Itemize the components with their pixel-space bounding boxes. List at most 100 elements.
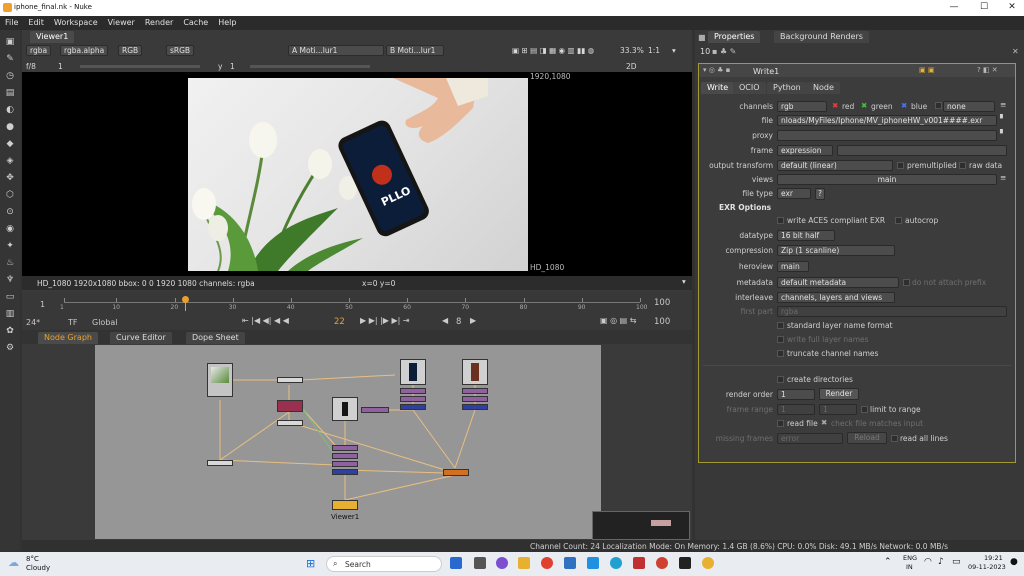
edge-icon[interactable] [610,557,622,569]
node-stack-a2[interactable] [400,396,426,402]
minimize-button[interactable]: — [940,2,968,14]
store-icon[interactable] [564,557,576,569]
menu-file[interactable]: File [0,16,23,27]
tab-curve-editor[interactable]: Curve Editor [110,332,172,344]
nodegraph-canvas[interactable]: Viewer1 [95,345,601,539]
menu-render[interactable]: Render [140,16,178,27]
render-order-input[interactable]: 1 [777,389,815,400]
step-value[interactable]: 8 [456,317,461,327]
menu-help[interactable]: Help [213,16,241,27]
missing-frames-select[interactable]: error [777,433,843,444]
chrome-icon[interactable] [541,557,553,569]
tray-chevron-icon[interactable]: ⌃ [884,557,892,567]
fstop-readout[interactable]: f/8 [26,61,36,72]
draw-icon[interactable]: ✎ [4,53,16,65]
tab-node-graph[interactable]: Node Graph [38,332,98,344]
ratio-readout[interactable]: 1:1 [648,45,660,56]
tf-select[interactable]: TF [68,318,78,327]
menu-viewer[interactable]: Viewer [103,16,140,27]
plugins-icon[interactable]: ▥ [4,308,16,320]
subtab-write[interactable]: Write [701,82,735,94]
nodegraph-minimap[interactable] [592,511,690,540]
particles-icon[interactable]: ✦ [4,240,16,252]
render-button[interactable]: Render [819,388,859,400]
input-b-select[interactable]: B Moti...lur1 [386,45,444,56]
nuke-taskbar-icon[interactable] [702,557,714,569]
node-stack-a3[interactable] [400,404,426,410]
proxy-browse-icon[interactable]: ▘ [1000,129,1006,138]
weather-desc[interactable]: Cloudy [26,564,50,572]
color-icon[interactable]: ◐ [4,104,16,116]
compression-select[interactable]: Zip (1 scanline) [777,245,895,256]
close-all-panels-icon[interactable]: ✕ [1012,47,1019,56]
info-expand-icon[interactable]: ▾ [682,277,686,286]
subtab-ocio[interactable]: OCIO [733,82,766,94]
node-window-icons[interactable]: ? ◧ ✕ [977,66,998,74]
step-back-icon[interactable]: ◀ [442,316,448,325]
timeline-start[interactable]: 1 [40,300,45,309]
limit-range-checkbox[interactable] [861,406,868,413]
taskview-icon[interactable] [450,557,462,569]
file-explorer-icon[interactable] [518,557,530,569]
terminal-icon[interactable] [679,557,691,569]
raw-data-checkbox[interactable] [959,162,966,169]
widgets-icon[interactable] [474,557,486,569]
transform-icon[interactable]: ✥ [4,172,16,184]
datatype-select[interactable]: 16 bit half [777,230,835,241]
display-select[interactable]: RGB [118,45,143,56]
3d-icon[interactable]: ⬡ [4,189,16,201]
node-stack-b3[interactable] [462,404,488,410]
time-icon[interactable]: ◷ [4,70,16,82]
frame-select[interactable]: expression [777,145,833,156]
write-node[interactable] [443,469,469,476]
other-icon[interactable]: ♆ [4,274,16,286]
alpha-select[interactable]: rgba.alpha [60,45,109,56]
toolsets-icon[interactable]: ♨ [4,257,16,269]
read-node-phone[interactable] [332,397,358,421]
node-stack-c4[interactable] [332,469,358,475]
truncate-checkbox[interactable] [777,350,784,357]
views-select[interactable]: main [777,174,997,185]
start-icon[interactable]: ⊞ [306,557,315,570]
node-name[interactable]: Write1 [753,67,779,76]
clock-time[interactable]: 19:21 [984,554,1003,562]
channel-icon[interactable]: ▤ [4,87,16,99]
channels-select[interactable]: rgb [777,101,827,112]
views-icon[interactable]: ⊙ [4,206,16,218]
menu-workspace[interactable]: Workspace [49,16,103,27]
wifi-icon[interactable]: ◠ [924,557,932,567]
menu-edit[interactable]: Edit [23,16,49,27]
create-dirs-checkbox[interactable] [777,376,784,383]
node-color-icons[interactable]: ▣ ▣ [919,66,934,74]
volume-icon[interactable]: ♪ [938,557,944,567]
settings-icon[interactable]: ⚙ [4,342,16,354]
timeline-end[interactable]: 100 [654,298,670,308]
node-stack-c3[interactable] [332,461,358,467]
autocrop-checkbox[interactable] [895,217,902,224]
gamma-slider[interactable] [250,65,370,68]
subtab-python[interactable]: Python [767,82,807,94]
viewer-node[interactable] [332,500,358,510]
read-file-checkbox[interactable] [777,420,784,427]
playback-controls-forward[interactable]: ▶ ▶| |▶ ▶| ⇥ [360,316,410,325]
end-frame[interactable]: 100 [654,317,670,327]
lang-secondary[interactable]: IN [906,563,913,571]
gain-slider[interactable] [80,65,200,68]
maximize-button[interactable]: ☐ [970,2,998,14]
chrome-icon-2[interactable] [656,557,668,569]
viewer-menu-icon[interactable]: ▾ [672,45,676,56]
interleave-select[interactable]: channels, layers and views [777,292,895,303]
proxy-input[interactable] [777,130,997,141]
fps-select[interactable]: 24* [26,318,40,327]
node-dot-1[interactable] [277,377,303,383]
view-mode[interactable]: 2D [626,61,637,72]
file-input[interactable]: nloads/MyFiles/Iphone/MV_iphoneHW_v001##… [777,115,997,126]
premultiplied-checkbox[interactable] [897,162,904,169]
properties-tool-icons[interactable]: ▪ ♣ ✎ [712,47,736,56]
current-frame[interactable]: 22 [334,317,345,327]
lang-primary[interactable]: ENG [903,554,917,562]
aces-checkbox[interactable] [777,217,784,224]
clock-date[interactable]: 09-11-2023 [968,563,1006,571]
image-tools-icon[interactable]: ▣ [4,36,16,48]
std-layer-checkbox[interactable] [777,322,784,329]
